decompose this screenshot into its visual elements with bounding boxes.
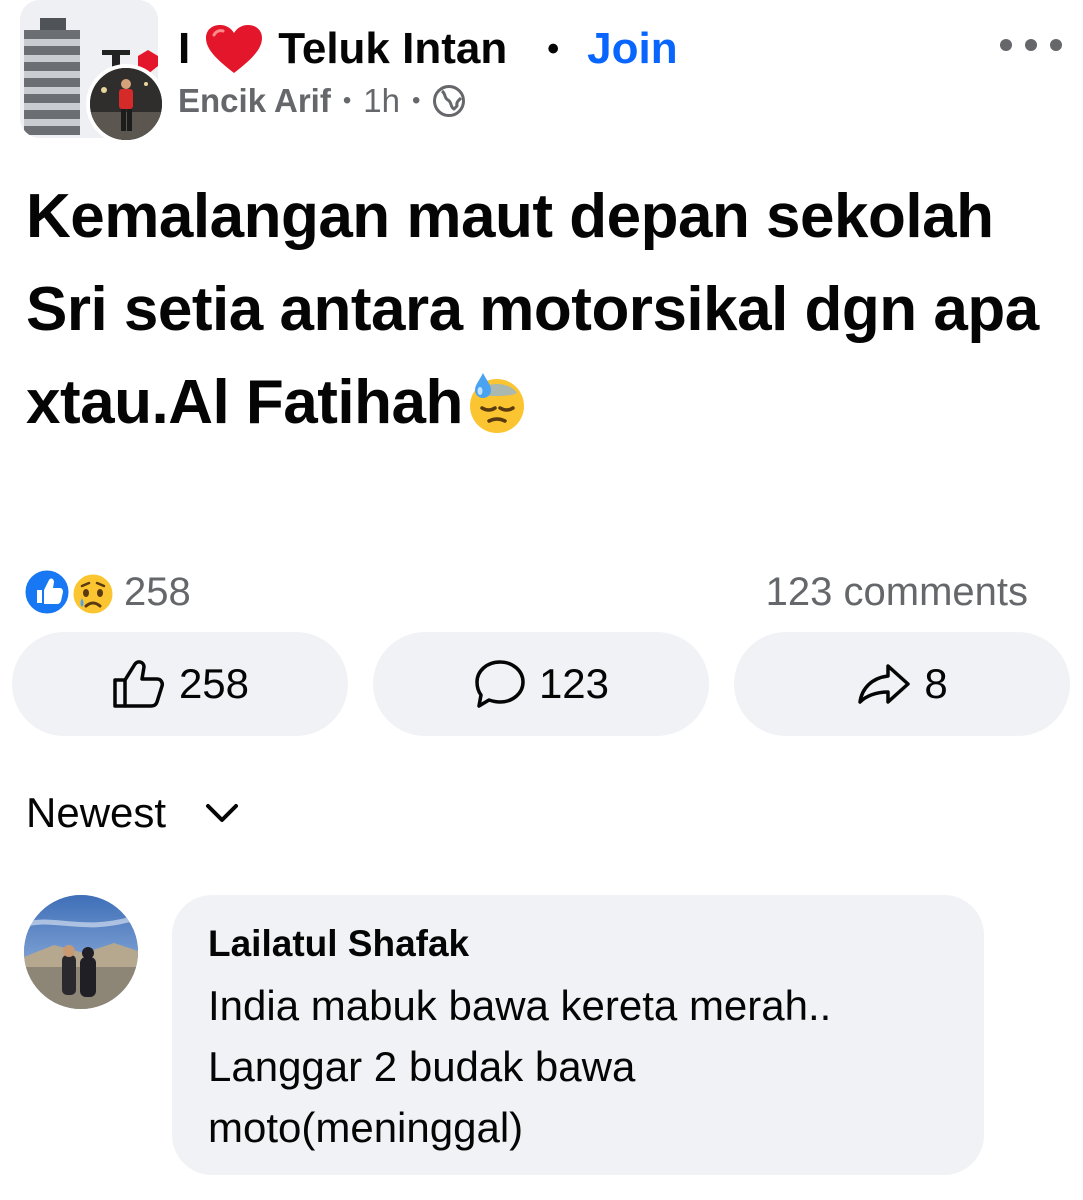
comment-bubble: Lailatul Shafak India mabuk bawa kereta … — [172, 895, 984, 1175]
commenter-avatar[interactable] — [24, 895, 138, 1009]
comment-count: 123 — [538, 660, 610, 707]
thumbs-up-icon — [113, 660, 164, 708]
downcast-face-with-sweat-emoji — [465, 368, 529, 461]
author-avatar[interactable] — [86, 64, 166, 144]
comment-sort-dropdown[interactable]: Newest — [26, 788, 240, 838]
more-options-icon[interactable] — [1000, 28, 1062, 62]
like-button[interactable]: 258 — [12, 632, 348, 736]
post-body: Kemalangan maut depan sekolah Sri setia … — [26, 182, 1039, 437]
sad-reaction-icon — [70, 571, 116, 617]
chevron-down-icon — [206, 804, 239, 822]
group-name-prefix: I — [178, 24, 191, 73]
meta-separator: • — [411, 87, 421, 114]
comments-count[interactable]: 123 comments — [766, 566, 1028, 618]
group-title-row: I Teluk Intan • Join — [178, 20, 678, 78]
post-view: I Teluk Intan • Join Encik Arif • 1h • K… — [0, 0, 1083, 1200]
share-button[interactable]: 8 — [734, 632, 1070, 736]
post-meta-row: Encik Arif • 1h • — [178, 80, 466, 122]
title-separator: • — [547, 29, 560, 68]
comment-bubble-icon — [475, 660, 525, 708]
share-arrow-icon — [858, 664, 911, 704]
reactions-summary[interactable]: 258 — [22, 566, 191, 618]
group-name[interactable]: Teluk Intan — [278, 24, 507, 74]
post-text: Kemalangan maut depan sekolah Sri setia … — [26, 170, 1056, 461]
share-count: 8 — [924, 660, 948, 707]
comment-text: India mabuk bawa kereta merah.. Langgar … — [208, 982, 832, 1151]
like-count: 258 — [178, 660, 250, 707]
comment-button[interactable]: 123 — [373, 632, 709, 736]
globe-icon — [432, 84, 466, 118]
reaction-icons — [22, 567, 120, 617]
meta-separator: • — [342, 87, 352, 114]
sort-label: Newest — [26, 789, 167, 836]
heart-icon — [204, 23, 264, 75]
author-name[interactable]: Encik Arif — [178, 82, 331, 120]
join-button[interactable]: Join — [587, 24, 677, 74]
reaction-count: 258 — [124, 569, 191, 614]
post-time[interactable]: 1h — [363, 82, 400, 120]
comment-author[interactable]: Lailatul Shafak — [208, 923, 469, 965]
